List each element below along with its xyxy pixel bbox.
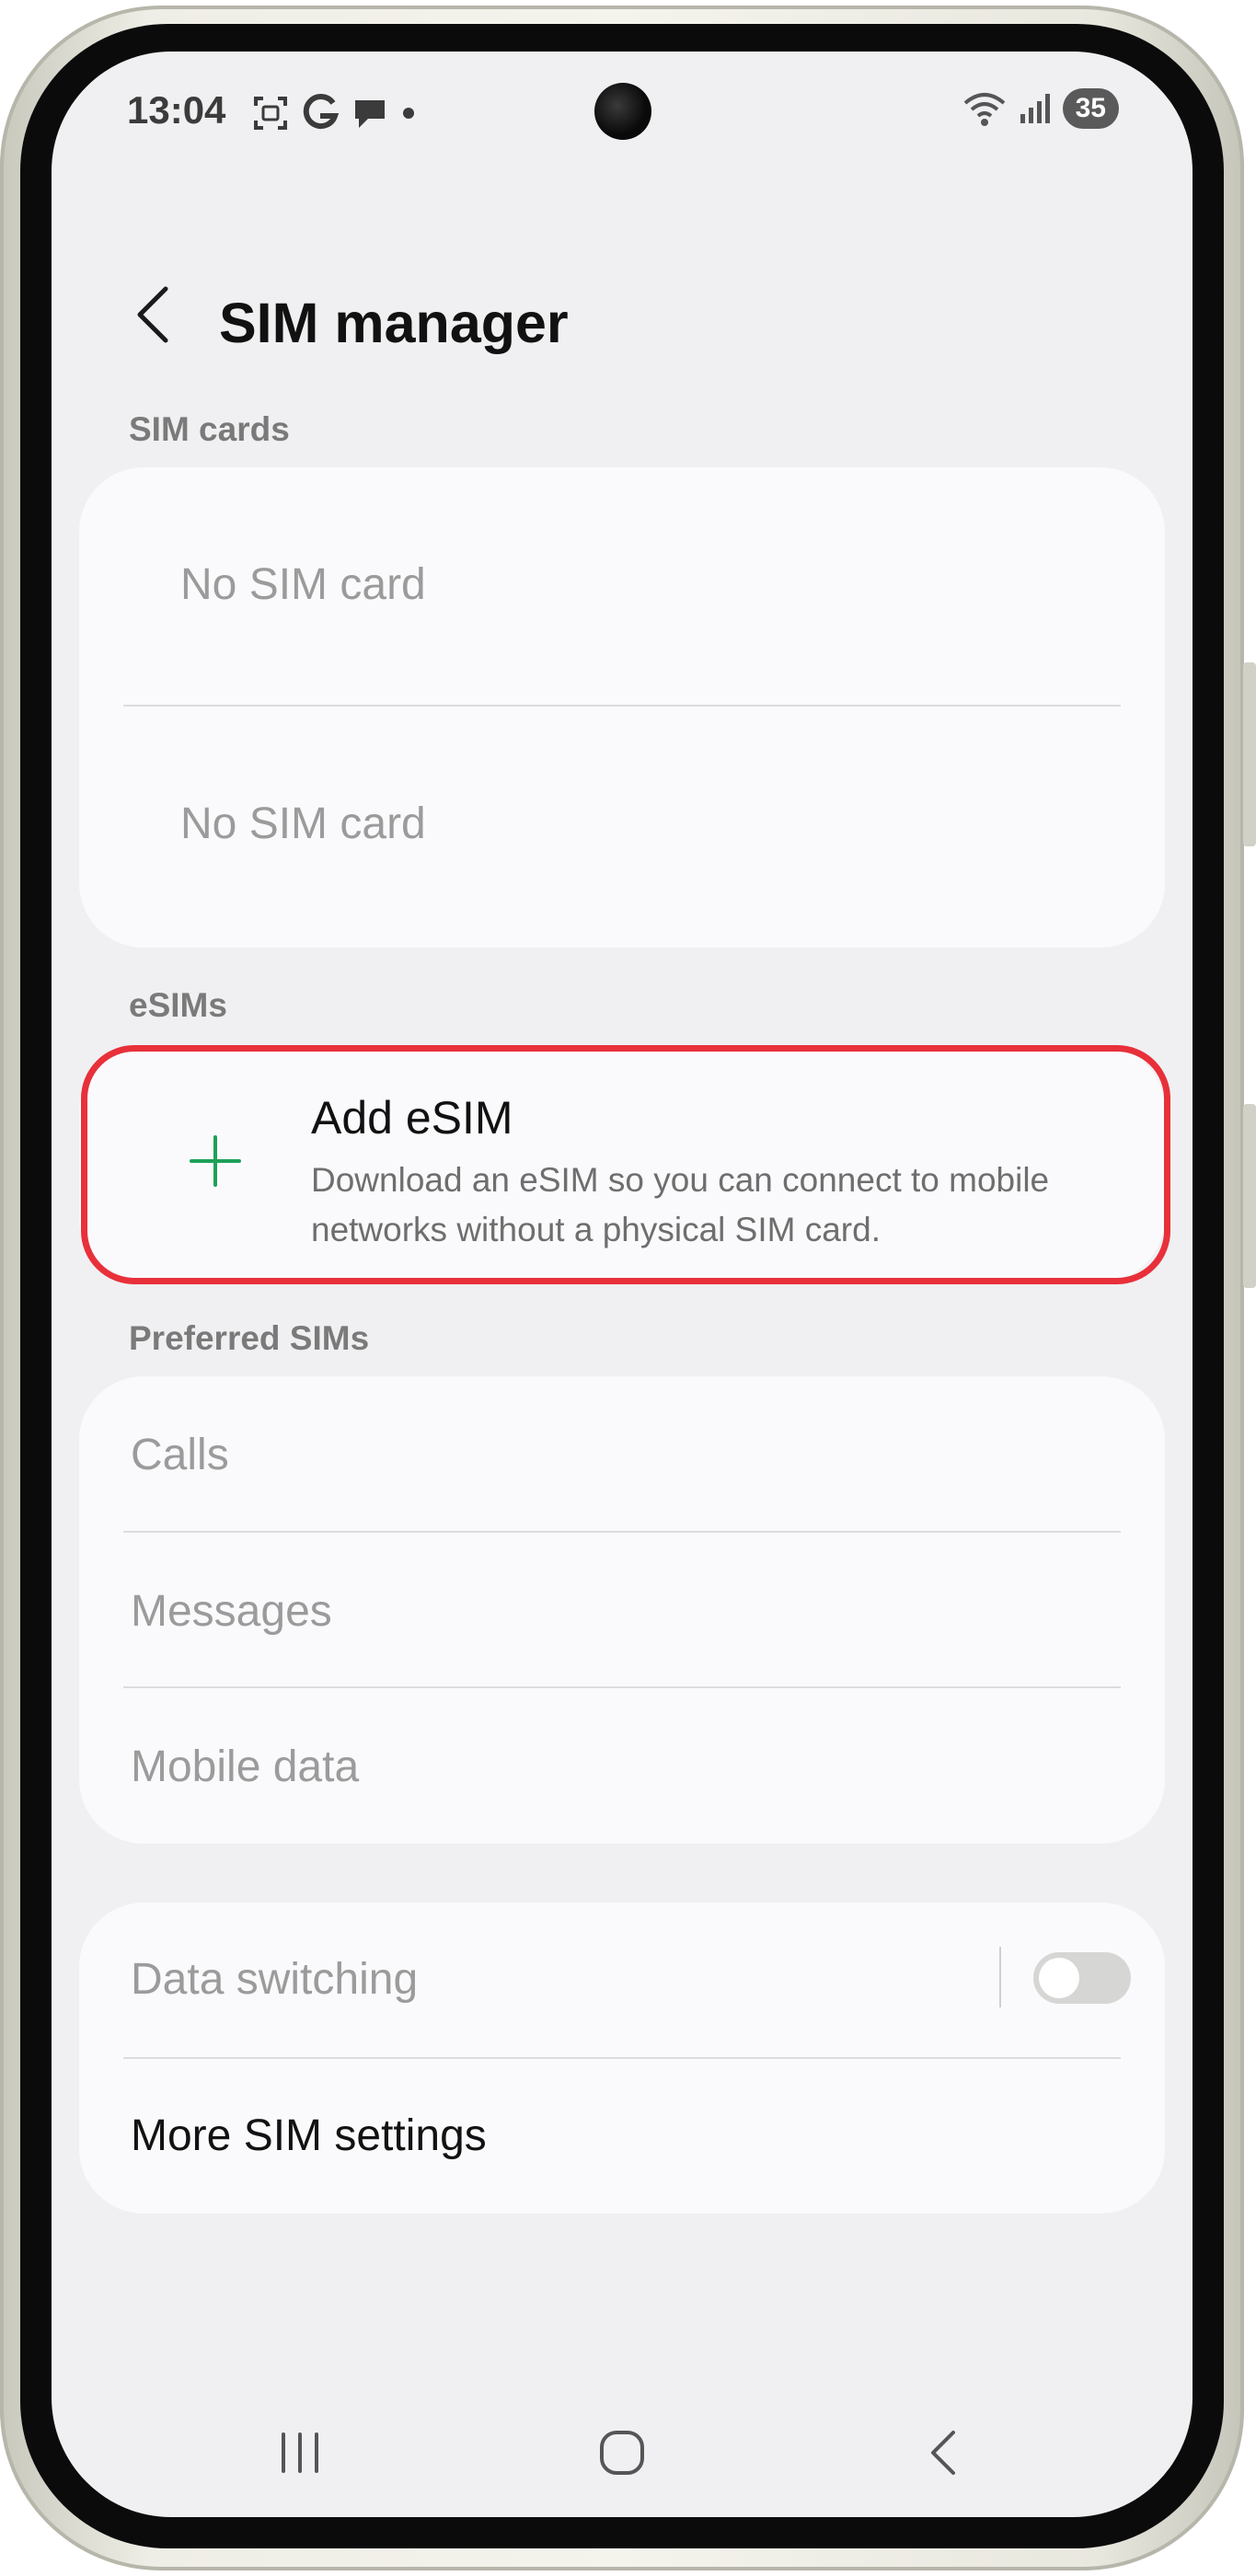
page-title: SIM manager — [219, 292, 569, 354]
sim-slot-1[interactable]: No SIM card — [79, 467, 1165, 707]
sim-slot-label: No SIM card — [180, 799, 426, 848]
status-time: 13:04 — [127, 88, 226, 132]
data-switching-row[interactable]: Data switching — [79, 1903, 1165, 2059]
chat-icon — [355, 100, 385, 128]
battery-indicator: 35 — [1062, 88, 1119, 129]
wifi-icon — [963, 93, 1005, 126]
dot-icon — [403, 108, 414, 119]
preferred-calls-item[interactable]: Calls — [79, 1376, 1165, 1533]
plus-icon — [190, 1135, 241, 1187]
other-settings-card: Data switching More SIM settings — [79, 1903, 1165, 2214]
more-sim-settings-label: More SIM settings — [131, 2111, 487, 2160]
preferred-mobile-data-item[interactable]: Mobile data — [79, 1688, 1165, 1844]
front-camera — [594, 83, 651, 140]
preferred-item-label: Calls — [131, 1431, 229, 1479]
add-esim-button[interactable]: Add eSIM Download an eSIM so you can con… — [79, 1045, 1165, 1282]
navigation-bar — [52, 2407, 1193, 2499]
recents-button[interactable] — [272, 2425, 328, 2480]
add-esim-title: Add eSIM — [311, 1092, 513, 1144]
screen: 13:04 35 SIM manager SIM cards No SIM ca… — [52, 52, 1193, 2517]
more-sim-settings-item[interactable]: More SIM settings — [79, 2059, 1165, 2214]
toggle-separator — [999, 1947, 1001, 2007]
section-label-sim-cards: SIM cards — [129, 410, 290, 448]
preferred-messages-item[interactable]: Messages — [79, 1533, 1165, 1687]
section-label-preferred-sims: Preferred SIMs — [129, 1319, 370, 1357]
back-button[interactable] — [125, 282, 180, 348]
status-bar: 13:04 35 — [52, 52, 1193, 171]
recents-icon — [282, 2432, 318, 2473]
data-switching-toggle[interactable] — [1033, 1952, 1131, 2004]
sim-slot-2[interactable]: No SIM card — [79, 707, 1165, 948]
status-left-icons — [252, 94, 416, 132]
preferred-sims-card: Calls Messages Mobile data — [79, 1376, 1165, 1844]
status-right-icons: 35 — [962, 88, 1119, 129]
volume-button — [1243, 662, 1256, 846]
data-switching-label: Data switching — [131, 1955, 419, 2004]
add-esim-description: Download an eSIM so you can connect to m… — [311, 1161, 1050, 1248]
sim-slot-label: No SIM card — [180, 560, 426, 609]
sim-cards-card: No SIM card No SIM card — [79, 467, 1165, 948]
screenshot-icon — [254, 97, 287, 130]
back-icon — [931, 2431, 955, 2475]
toggle-knob — [1039, 1958, 1079, 1998]
chevron-left-icon — [137, 286, 168, 343]
home-icon — [600, 2431, 644, 2475]
app-header: SIM manager — [52, 254, 1193, 364]
google-icon — [303, 94, 339, 130]
signal-icon — [1020, 94, 1050, 123]
nav-back-button[interactable] — [916, 2425, 972, 2480]
home-button[interactable] — [594, 2425, 650, 2480]
preferred-item-label: Messages — [131, 1587, 332, 1636]
power-button — [1243, 1104, 1256, 1288]
section-label-esims: eSIMs — [129, 986, 227, 1024]
preferred-item-label: Mobile data — [131, 1742, 360, 1791]
